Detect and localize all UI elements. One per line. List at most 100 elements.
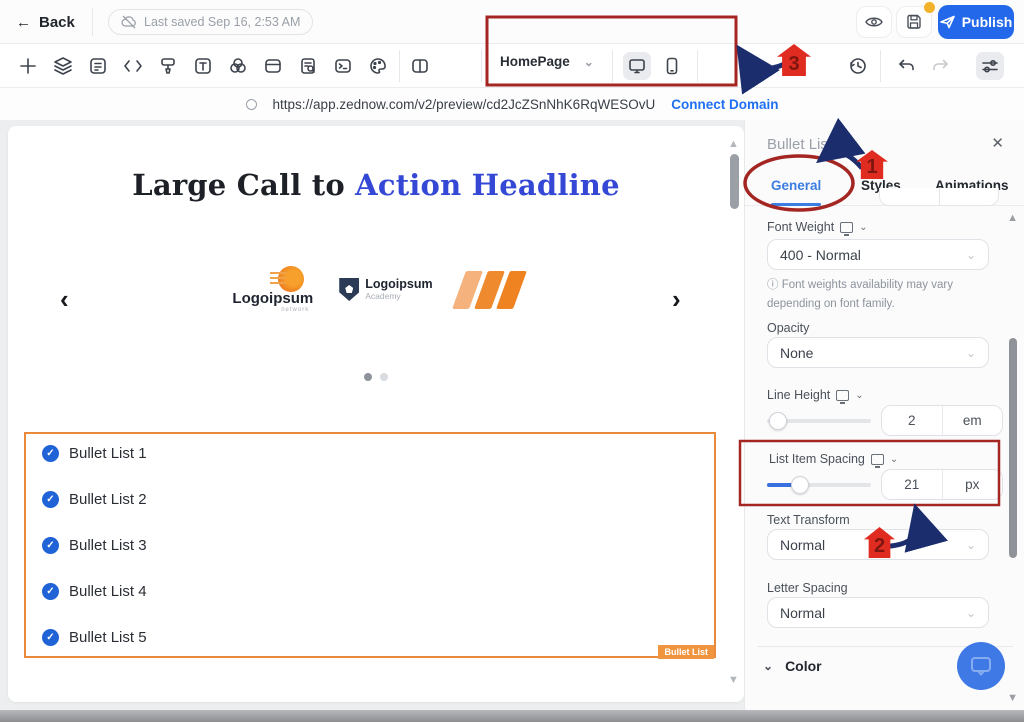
columns-layout-icon[interactable] (406, 52, 434, 80)
list-item[interactable]: ✓ Bullet List 5 (42, 627, 714, 647)
chevron-down-icon: ⌄ (859, 222, 867, 233)
opacity-select[interactable]: None ⌄ (767, 337, 989, 368)
save-button[interactable] (896, 6, 932, 38)
slider-thumb[interactable] (769, 412, 787, 430)
send-icon (940, 15, 956, 29)
list-item-spacing-unit[interactable]: px (943, 470, 1003, 499)
terminal-icon[interactable] (329, 52, 357, 80)
line-height-unit[interactable]: em (943, 406, 1003, 435)
logo-name: Logoipsum (365, 278, 432, 292)
active-tab-underline (771, 203, 821, 206)
bullet-item-label: Bullet List 3 (69, 537, 147, 554)
logo-disc-icon (278, 266, 304, 292)
canvas-scroll-up-arrow[interactable]: ▲ (728, 138, 739, 150)
text-transform-select[interactable]: Normal ⌄ (767, 529, 989, 560)
logo-logoipsum-network: Logoipsum network (232, 266, 313, 313)
settings-sliders-button[interactable] (976, 52, 1004, 80)
back-arrow-icon: ← (16, 14, 31, 31)
page-selector-dropdown[interactable]: HomePage ⌄ (500, 54, 594, 69)
list-item-spacing-value[interactable]: 21 (882, 470, 943, 499)
preview-button[interactable] (856, 6, 892, 38)
panel-scroll-up-arrow[interactable]: ▲ (1007, 212, 1018, 224)
headline: Large Call to Action Headline (8, 168, 744, 202)
canvas-scrollbar-thumb[interactable] (730, 154, 739, 209)
divider (612, 50, 613, 82)
divider (481, 50, 482, 82)
logo-name: Logoipsum (232, 290, 313, 307)
blend-shapes-icon[interactable] (224, 52, 252, 80)
paint-roller-icon[interactable] (154, 52, 182, 80)
device-monitor-icon (840, 222, 853, 233)
list-item[interactable]: ✓ Bullet List 4 (42, 581, 714, 601)
palette-icon[interactable] (364, 52, 392, 80)
form-icon[interactable] (84, 52, 112, 80)
tab-general[interactable]: General (771, 178, 821, 193)
check-circle-icon: ✓ (42, 629, 59, 646)
divider (880, 50, 881, 82)
check-circle-icon: ✓ (42, 445, 59, 462)
bullet-list-selection[interactable]: ✓ Bullet List 1 ✓ Bullet List 2 ✓ Bullet… (24, 432, 716, 658)
carousel-dots (8, 373, 744, 381)
text-icon[interactable] (189, 52, 217, 80)
add-element-button[interactable] (14, 52, 42, 80)
file-search-icon[interactable] (294, 52, 322, 80)
panel-scrollbar-thumb[interactable] (1009, 338, 1017, 558)
back-button[interactable]: ← Back (16, 9, 75, 35)
list-item-spacing-slider[interactable] (767, 483, 871, 487)
canvas-area: Large Call to Action Headline ‹ › Logoip… (0, 120, 744, 710)
device-monitor-icon (871, 454, 884, 465)
page-canvas: Large Call to Action Headline ‹ › Logoip… (8, 126, 744, 702)
font-weight-select[interactable]: 400 - Normal ⌄ (767, 239, 989, 270)
mobile-view-button[interactable] (658, 52, 686, 80)
connect-domain-link[interactable]: Connect Domain (671, 97, 778, 112)
letter-spacing-select[interactable]: Normal ⌄ (767, 597, 989, 628)
redo-button[interactable] (927, 52, 955, 80)
check-circle-icon: ✓ (42, 491, 59, 508)
headline-highlight: Action Headline (355, 168, 620, 202)
list-item-spacing-inputs: 21 px (881, 469, 1003, 500)
panel-scroll-down-arrow[interactable]: ▼ (1007, 692, 1018, 704)
publish-button[interactable]: Publish (938, 5, 1014, 39)
divider (92, 8, 93, 36)
preview-url: https://app.zednow.com/v2/preview/cd2JcZ… (273, 97, 656, 112)
panel-title: Bullet List (767, 136, 832, 153)
carousel-dot[interactable] (380, 373, 388, 381)
close-icon[interactable]: ✕ (991, 134, 1004, 152)
chevron-down-icon: ⌄ (966, 538, 976, 552)
bullet-item-label: Bullet List 2 (69, 491, 147, 508)
browser-card-icon[interactable] (259, 52, 287, 80)
canvas-scroll-down-arrow[interactable]: ▼ (728, 674, 739, 686)
text-transform-label: Text Transform (767, 513, 850, 527)
chevron-down-icon: ⌄ (966, 346, 976, 360)
list-item[interactable]: ✓ Bullet List 3 (42, 535, 714, 555)
save-icon (906, 14, 922, 30)
properties-panel: Bullet List ✕ General Styles Animations … (744, 120, 1024, 710)
slider-thumb[interactable] (791, 476, 809, 494)
list-item[interactable]: ✓ Bullet List 2 (42, 489, 714, 509)
layers-icon[interactable] (49, 52, 77, 80)
bullet-item-label: Bullet List 5 (69, 629, 147, 646)
carousel-dot-active[interactable] (364, 373, 372, 381)
chevron-down-icon: ⌄ (966, 248, 976, 262)
color-section-header[interactable]: ⌄ Color (763, 658, 822, 674)
last-saved-text: Last saved Sep 16, 2:53 AM (144, 15, 300, 29)
letter-spacing-label: Letter Spacing (767, 581, 848, 595)
undo-button[interactable] (892, 52, 920, 80)
preview-url-bar: https://app.zednow.com/v2/preview/cd2JcZ… (0, 88, 1024, 120)
headline-prefix: Large Call to (132, 168, 355, 202)
logo-logoipsum-academy: Logoipsum Academy (339, 278, 432, 302)
line-height-slider[interactable] (767, 419, 871, 423)
code-icon[interactable] (119, 52, 147, 80)
line-height-value[interactable]: 2 (882, 406, 943, 435)
check-circle-icon: ✓ (42, 537, 59, 554)
cloud-off-icon (121, 15, 137, 29)
publish-label: Publish (962, 14, 1013, 30)
list-item[interactable]: ✓ Bullet List 1 (42, 443, 714, 463)
logo-orange-stripes (459, 271, 520, 309)
history-button[interactable] (844, 52, 872, 80)
chat-widget-button[interactable] (957, 642, 1005, 690)
chevron-down-icon: ⌄ (890, 454, 898, 465)
url-status-icon (246, 99, 257, 110)
desktop-view-button[interactable] (623, 52, 651, 80)
line-height-control: 2 em (767, 405, 1003, 436)
